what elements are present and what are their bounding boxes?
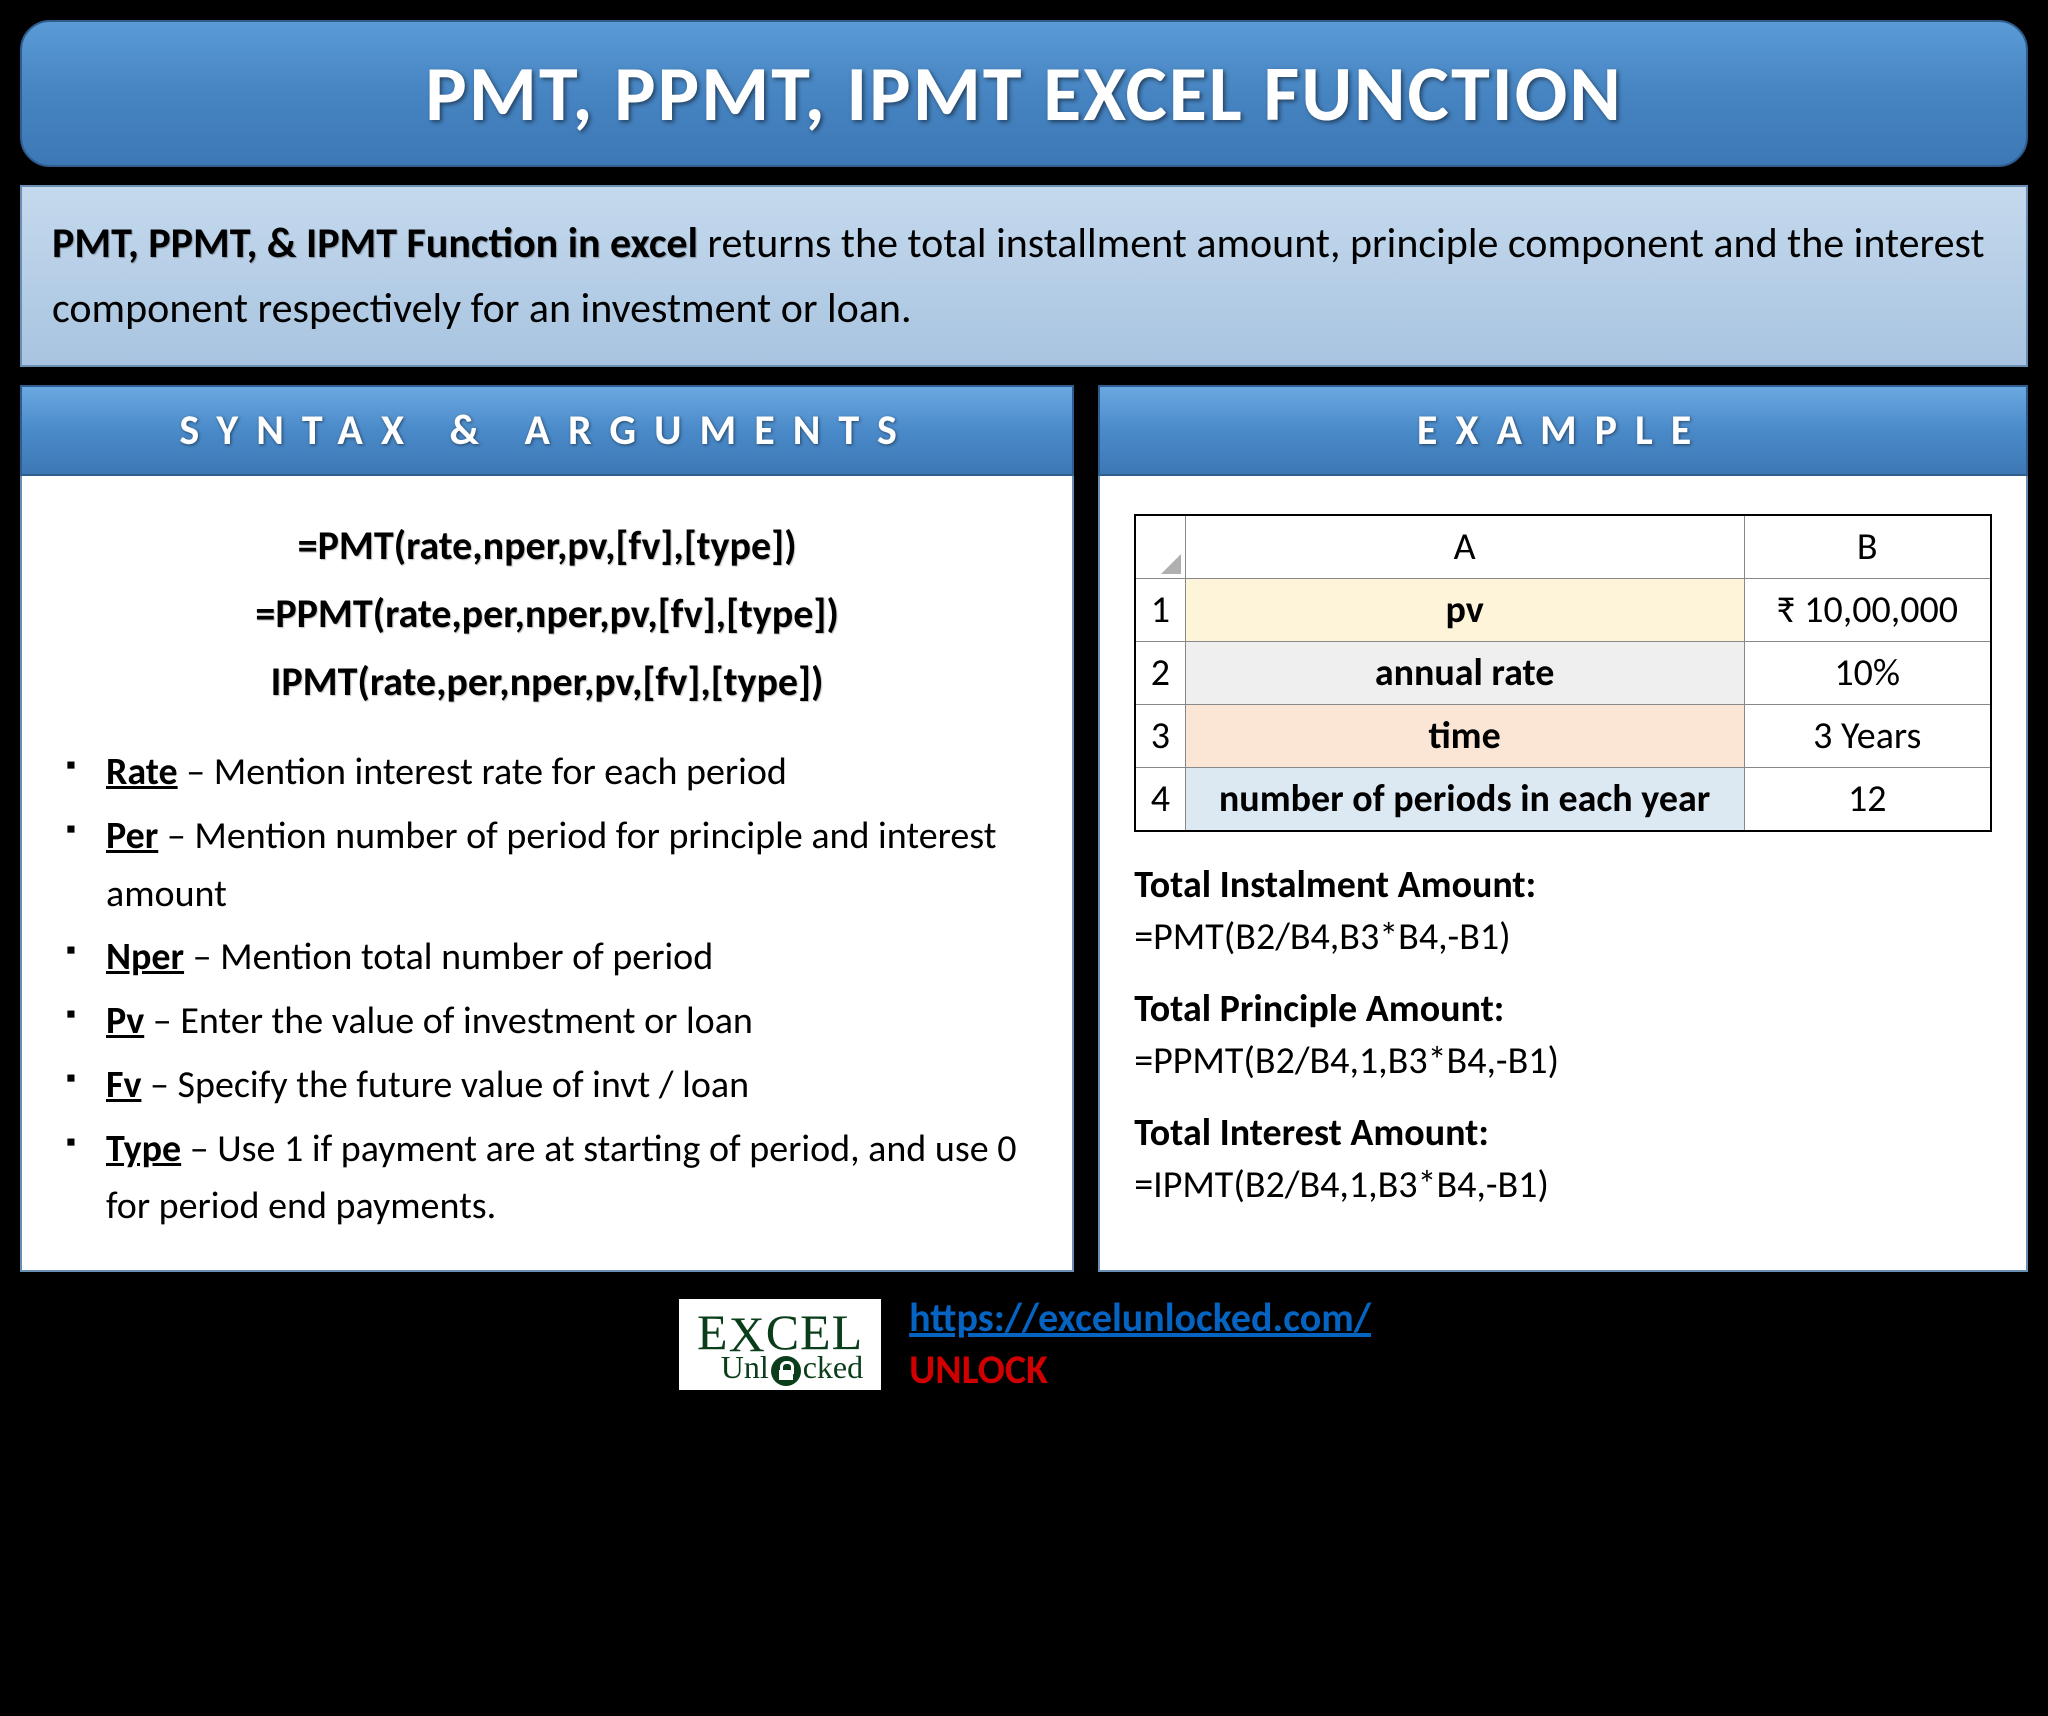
logo: EXCEL Unlcked: [677, 1297, 883, 1392]
arguments-list: Rate – Mention interest rate for each pe…: [56, 744, 1038, 1236]
description-bar: PMT, PPMT, & IPMT Function in excel retu…: [20, 185, 2028, 367]
cell-b4: 12: [1744, 768, 1991, 832]
lock-icon: [771, 1356, 801, 1386]
example-label: Total Instalment Amount:: [1134, 862, 1992, 908]
cell-a1: pv: [1185, 579, 1744, 642]
syntax-column: SYNTAX & ARGUMENTS =PMT(rate,nper,pv,[fv…: [20, 385, 1074, 1272]
syntax-line-pmt: =PMT(rate,nper,pv,[fv],[type]): [56, 514, 1038, 578]
arg-nper: Nper – Mention total number of period: [56, 929, 1038, 987]
syntax-body: =PMT(rate,nper,pv,[fv],[type]) =PPMT(rat…: [20, 476, 1074, 1272]
cell-b1: ₹ 10,00,000: [1744, 579, 1991, 642]
syntax-header: SYNTAX & ARGUMENTS: [20, 385, 1074, 476]
table-row: 4 number of periods in each year 12: [1135, 768, 1991, 832]
arg-fv: Fv – Specify the future value of invt / …: [56, 1057, 1038, 1115]
example-formula: =IPMT(B2/B4,1,B3*B4,-B1): [1134, 1162, 1992, 1208]
footer: EXCEL Unlcked https://excelunlocked.com/…: [20, 1292, 2028, 1396]
example-instalment: Total Instalment Amount: =PMT(B2/B4,B3*B…: [1134, 862, 1992, 960]
col-letter-b: B: [1744, 515, 1991, 579]
syntax-line-ipmt: IPMT(rate,per,nper,pv,[fv],[type]): [56, 650, 1038, 714]
example-header: EXAMPLE: [1098, 385, 2028, 476]
cell-a4: number of periods in each year: [1185, 768, 1744, 832]
example-label: Total Interest Amount:: [1134, 1110, 1992, 1156]
corner-cell: [1135, 515, 1185, 579]
row-num: 2: [1135, 642, 1185, 705]
row-num: 3: [1135, 705, 1185, 768]
row-num: 4: [1135, 768, 1185, 832]
table-row: 1 pv ₹ 10,00,000: [1135, 579, 1991, 642]
example-column: EXAMPLE A B 1 pv ₹ 10,00,000 2: [1098, 385, 2028, 1272]
arg-type: Type – Use 1 if payment are at starting …: [56, 1121, 1038, 1237]
footer-text: https://excelunlocked.com/ UNLOCK: [909, 1292, 1371, 1396]
example-formula: =PMT(B2/B4,B3*B4,-B1): [1134, 914, 1992, 960]
description-bold: PMT, PPMT, & IPMT Function in excel: [52, 218, 698, 269]
infographic-container: PMT, PPMT, IPMT EXCEL FUNCTION PMT, PPMT…: [20, 20, 2028, 1696]
example-body: A B 1 pv ₹ 10,00,000 2 annual rate 10%: [1098, 476, 2028, 1272]
cell-b2: 10%: [1744, 642, 1991, 705]
cell-a3: time: [1185, 705, 1744, 768]
table-row: 3 time 3 Years: [1135, 705, 1991, 768]
footer-link[interactable]: https://excelunlocked.com/: [909, 1293, 1371, 1342]
cell-b3: 3 Years: [1744, 705, 1991, 768]
col-letter-a: A: [1185, 515, 1744, 579]
example-principle: Total Principle Amount: =PPMT(B2/B4,1,B3…: [1134, 986, 1992, 1084]
logo-bottom: Unlcked: [697, 1351, 863, 1386]
example-interest: Total Interest Amount: =IPMT(B2/B4,1,B3*…: [1134, 1110, 1992, 1208]
example-label: Total Principle Amount:: [1134, 986, 1992, 1032]
row-num: 1: [1135, 579, 1185, 642]
footer-unlock: UNLOCK: [909, 1345, 1048, 1394]
title-bar: PMT, PPMT, IPMT EXCEL FUNCTION: [20, 20, 2028, 167]
syntax-line-ppmt: =PPMT(rate,per,nper,pv,[fv],[type]): [56, 582, 1038, 646]
example-formula: =PPMT(B2/B4,1,B3*B4,-B1): [1134, 1038, 1992, 1084]
table-header-row: A B: [1135, 515, 1991, 579]
columns-row: SYNTAX & ARGUMENTS =PMT(rate,nper,pv,[fv…: [20, 385, 2028, 1272]
cell-a2: annual rate: [1185, 642, 1744, 705]
table-row: 2 annual rate 10%: [1135, 642, 1991, 705]
arg-per: Per – Mention number of period for princ…: [56, 808, 1038, 924]
excel-table: A B 1 pv ₹ 10,00,000 2 annual rate 10%: [1134, 514, 1992, 832]
arg-rate: Rate – Mention interest rate for each pe…: [56, 744, 1038, 802]
page-title: PMT, PPMT, IPMT EXCEL FUNCTION: [425, 46, 1622, 141]
syntax-lines: =PMT(rate,nper,pv,[fv],[type]) =PPMT(rat…: [56, 514, 1038, 714]
arg-pv: Pv – Enter the value of investment or lo…: [56, 993, 1038, 1051]
